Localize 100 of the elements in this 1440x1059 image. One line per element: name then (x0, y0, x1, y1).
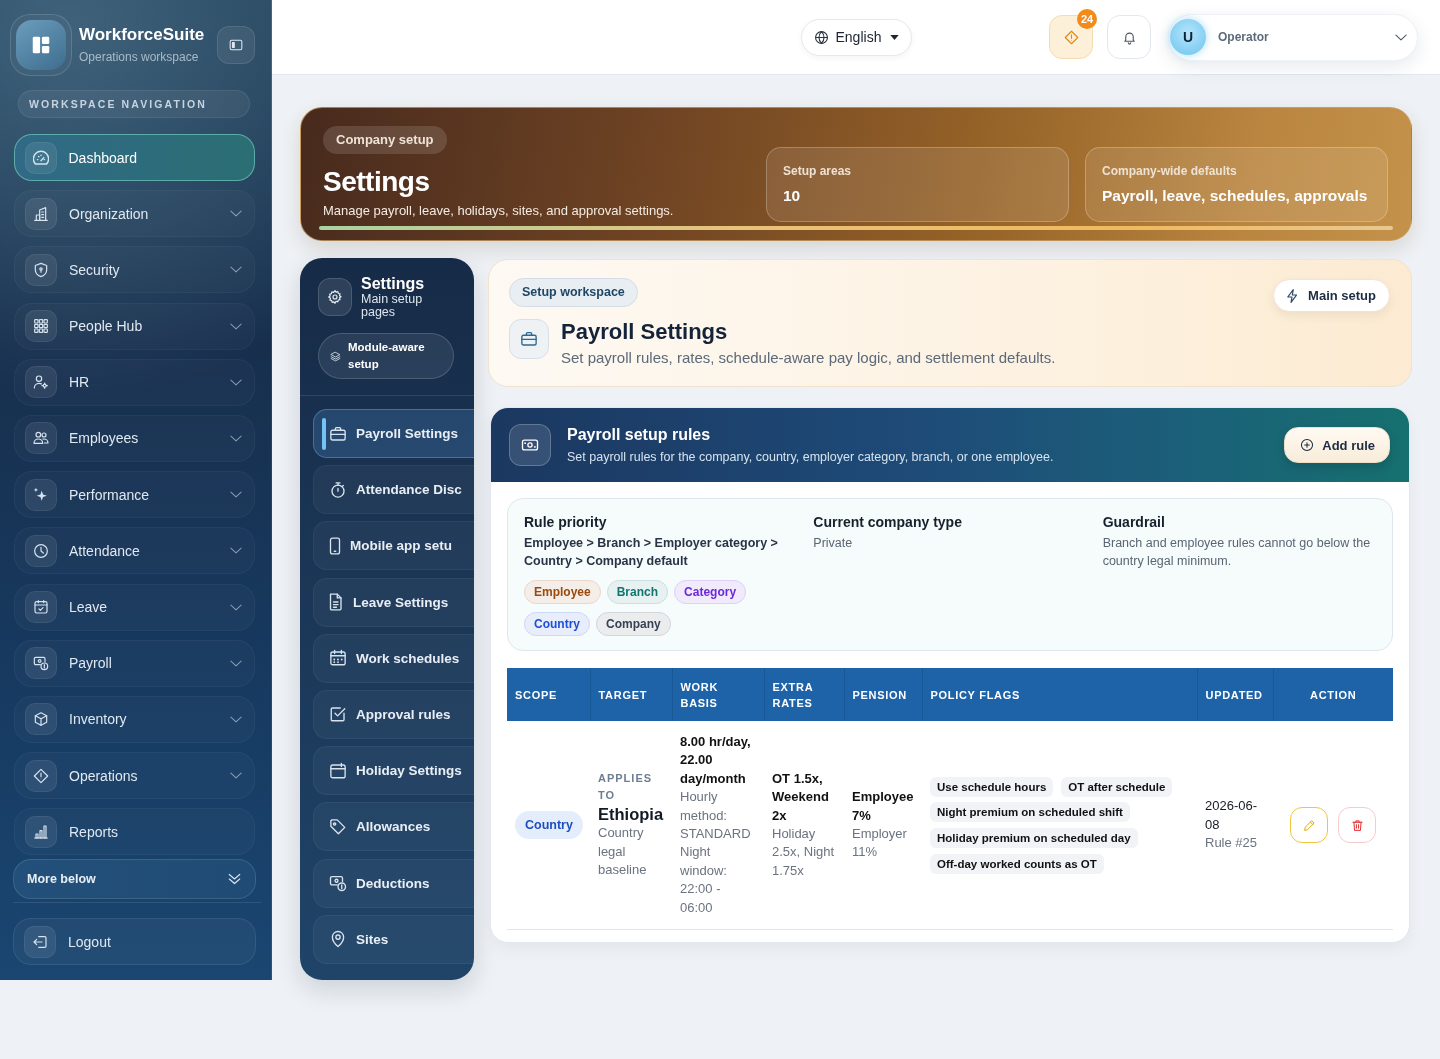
column-header: EXTRA RATES (764, 668, 844, 721)
users-icon (25, 422, 57, 455)
sidebar-item[interactable]: Leave (14, 583, 255, 631)
rules-title: Payroll setup rules (567, 425, 712, 444)
notifications-button[interactable] (1107, 15, 1151, 59)
grid-icon (25, 310, 57, 343)
caret-icon (889, 34, 899, 40)
delete-button[interactable] (1338, 807, 1376, 844)
chevron-down-icon (230, 659, 242, 667)
settings-nav-item[interactable]: Attendance Disc (313, 465, 474, 515)
sidebar-item[interactable]: People Hub (14, 302, 255, 350)
brand-subtitle: Operations workspace (79, 50, 200, 65)
briefcase-icon (509, 319, 549, 359)
main-setup-button[interactable]: Main setup (1273, 279, 1390, 312)
trash-icon (1350, 818, 1364, 832)
rates-detail: Holiday 2.5x, Night 1.75x (772, 825, 836, 880)
banner-subtitle: Manage payroll, leave, holidays, sites, and approval settings. (323, 203, 675, 219)
stopwatch-icon (329, 480, 347, 499)
section-chip: Setup workspace (509, 278, 638, 307)
bell-icon (1121, 29, 1137, 45)
settings-nav-item[interactable]: Sites (313, 914, 474, 964)
module-label: Module-aware setup (348, 340, 426, 372)
sidebar-item[interactable]: Inventory (14, 695, 255, 743)
briefcase-icon (329, 424, 347, 443)
map-pin-icon (329, 930, 347, 949)
sidebar-item[interactable]: Attendance (14, 527, 255, 575)
rule-number: Rule #25 (1205, 834, 1259, 853)
settings-nav-item[interactable]: Deductions (313, 858, 474, 908)
info-heading: Current company type (813, 514, 963, 531)
calendar-icon (329, 761, 347, 780)
banknote-icon (509, 424, 551, 466)
sparkles-icon (25, 478, 57, 511)
chevron-down-icon (230, 547, 242, 555)
logout-button[interactable]: Logout (13, 918, 256, 966)
count-badge: 24 (1077, 9, 1097, 29)
priority-chip: Branch (606, 580, 669, 604)
stat-label: Setup areas (783, 164, 853, 178)
phone-icon (329, 536, 341, 555)
chevron-down-icon (230, 603, 242, 611)
nav-section-label: WORKSPACE NAVIGATION (18, 90, 250, 118)
sidebar-toggle-button[interactable] (217, 26, 255, 64)
stat-value: Payroll, leave, schedules, approvals (1102, 186, 1369, 206)
chevron-down-icon (230, 715, 242, 723)
stat-value: 10 (783, 186, 802, 206)
section-chip: Company setup (323, 126, 447, 154)
add-rule-button[interactable]: Add rule (1284, 427, 1390, 463)
policy-flag-chip: Off-day worked counts as OT (930, 853, 1104, 874)
column-header: WORK BASIS (672, 668, 764, 721)
calendar-check-icon (25, 591, 57, 623)
sidebar-item[interactable]: Performance (14, 471, 255, 519)
bar-chart-icon (25, 815, 57, 848)
layers-icon (330, 350, 341, 362)
cash-coin-icon (329, 874, 347, 892)
sidebar-item[interactable]: Reports (14, 808, 255, 856)
settings-nav-item[interactable]: Payroll Settings (313, 409, 474, 458)
work-basis-detail: Night window: 22:00 - 06:00 (680, 843, 728, 917)
gauge-icon (24, 141, 57, 174)
chevron-down-icon (230, 322, 242, 330)
info-heading: Rule priority (524, 514, 608, 531)
clock-icon (25, 534, 57, 567)
sidebar-item[interactable]: Payroll (14, 639, 255, 687)
user-avatar: U (1170, 19, 1206, 55)
exit-arrow-icon (24, 925, 56, 958)
user-menu-button[interactable]: U Operator (1168, 13, 1418, 61)
settings-nav-item[interactable]: Mobile app setu (313, 521, 474, 571)
updated-date: 2026-06-08 (1205, 797, 1259, 834)
policy-flag-chip: Use schedule hours (930, 776, 1054, 797)
sidebar-item[interactable]: Security (14, 246, 255, 294)
sidebar-item[interactable]: Employees (14, 414, 255, 462)
column-header: TARGET (590, 668, 672, 721)
sidebar-item[interactable]: Operations (14, 752, 255, 800)
column-header: SCOPE (507, 668, 590, 721)
active-indicator (322, 418, 326, 450)
pension-value: Employee 7% (852, 788, 914, 825)
sidebar-item[interactable]: Dashboard (14, 134, 255, 181)
language-button[interactable]: English (800, 18, 912, 56)
calendar-dots-icon (329, 649, 347, 668)
sidebar-item[interactable]: HR (14, 358, 255, 406)
column-header: PENSION (844, 668, 922, 721)
priority-text: Employee > Branch > Employer category > Country > Company default (524, 535, 779, 570)
settings-nav-item[interactable]: Work schedules (313, 633, 474, 683)
more-below-button[interactable]: More below (13, 859, 256, 900)
settings-nav-item[interactable]: Leave Settings (313, 577, 474, 627)
diamond-alert-icon (1063, 29, 1079, 45)
settings-nav-item[interactable]: Allowances (313, 802, 474, 852)
document-icon (329, 593, 344, 612)
settings-nav-item[interactable]: Holiday Settings (313, 746, 474, 796)
priority-chip: Country (524, 612, 590, 636)
stat-label: Company-wide defaults (1102, 164, 1238, 178)
priority-chip: Category (674, 580, 747, 604)
panel-icon (229, 39, 243, 51)
plus-circle-icon (1300, 438, 1315, 452)
info-heading: Guardrail (1102, 514, 1166, 531)
lightning-icon (1286, 288, 1299, 303)
target-name: Ethiopia (598, 804, 664, 825)
sidebar-item[interactable]: Organization (14, 190, 255, 238)
policy-flag-chip: Holiday premium on scheduled day (930, 827, 1138, 848)
settings-nav-item[interactable]: Approval rules (313, 689, 474, 739)
settings-icon (318, 278, 352, 316)
chevron-down-icon (230, 434, 242, 442)
